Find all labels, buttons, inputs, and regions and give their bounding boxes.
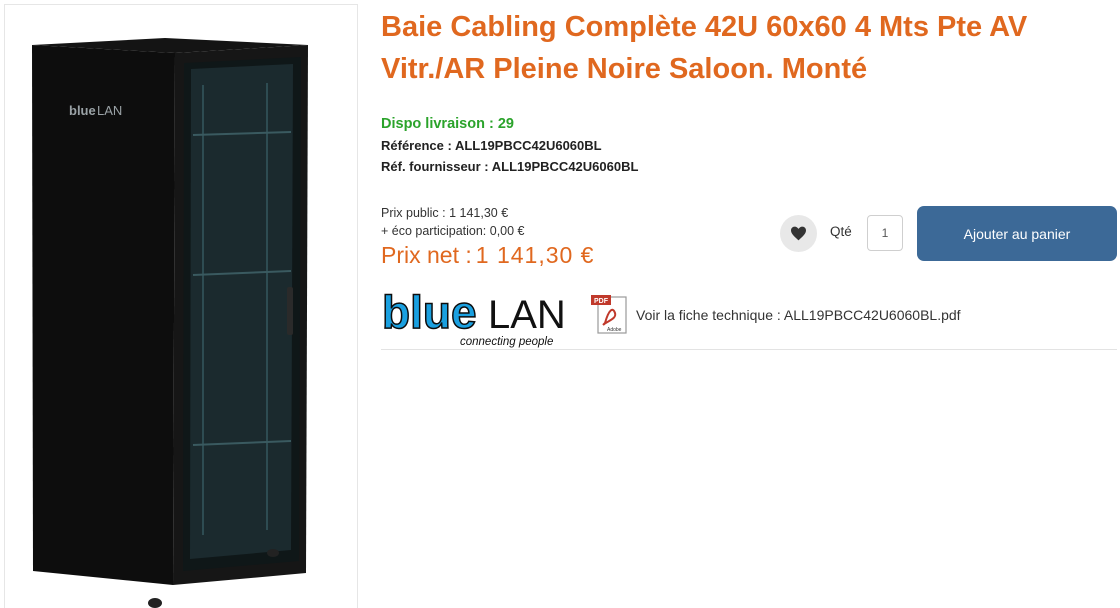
eco-participation: + éco participation: 0,00 € <box>381 224 525 238</box>
reference: Référence : ALL19PBCC42U6060BL <box>381 138 602 153</box>
svg-text:LAN: LAN <box>97 103 122 118</box>
net-price-label: Prix net : <box>381 242 472 268</box>
pdf-icon[interactable]: PDF Adobe <box>591 295 629 335</box>
logo-secondary-text: LAN <box>488 293 566 337</box>
logo-main-text: blue <box>382 286 477 338</box>
quantity-label: Qté <box>830 224 852 239</box>
pdf-vendor: Adobe <box>607 327 622 333</box>
product-title: Baie Cabling Complète 42U 60x60 4 Mts Pt… <box>381 11 1028 85</box>
svg-text:blue: blue <box>69 103 96 118</box>
pdf-badge: PDF <box>594 298 609 305</box>
logo-tagline: connecting people <box>460 336 553 348</box>
product-meta: Dispo livraison : 29 Référence : ALL19PB… <box>381 114 638 177</box>
public-price: Prix public : 1 141,30 € <box>381 206 509 220</box>
favorite-button[interactable] <box>780 215 817 252</box>
product-image[interactable]: blue LAN <box>4 4 358 608</box>
heart-icon <box>791 226 806 241</box>
net-price: Prix net :1 141,30 € <box>381 241 594 269</box>
net-price-amount: 1 141,30 € <box>475 242 595 268</box>
quantity-input[interactable] <box>867 215 903 251</box>
product-info: Baie Cabling Complète 42U 60x60 4 Mts Pt… <box>381 0 1117 608</box>
datasheet-link[interactable]: Voir la fiche technique : ALL19PBCC42U60… <box>636 307 961 323</box>
bluelan-logo[interactable]: blue LAN connecting people <box>382 282 582 350</box>
availability-status: Dispo livraison : 29 <box>381 116 514 132</box>
supplier-reference: Réf. fournisseur : ALL19PBCC42U6060BL <box>381 159 639 174</box>
price-block: Prix public : 1 141,30 € + éco participa… <box>381 204 594 269</box>
divider <box>381 349 1117 350</box>
add-to-cart-button[interactable]: Ajouter au panier <box>917 206 1117 261</box>
